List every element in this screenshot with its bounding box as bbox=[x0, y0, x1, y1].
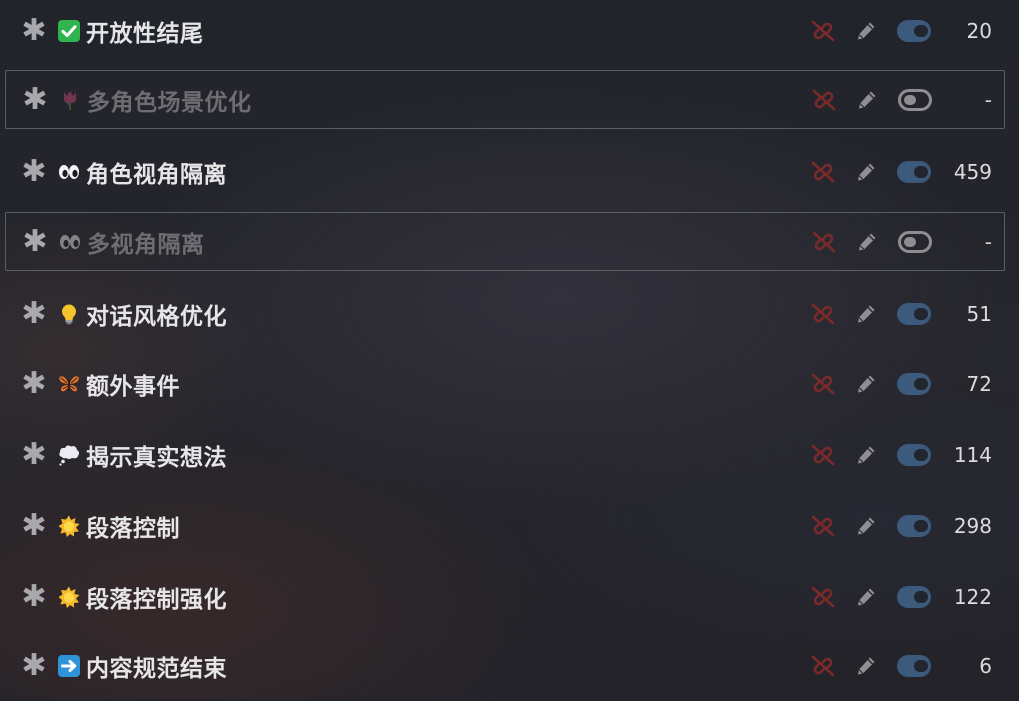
token-count: 6 bbox=[979, 653, 992, 678]
enable-toggle[interactable] bbox=[897, 302, 931, 325]
token-count: 114 bbox=[953, 442, 992, 467]
unlink-icon[interactable] bbox=[809, 160, 837, 184]
prompt-row: ✱ 段落控制 298 bbox=[0, 490, 1019, 561]
enable-toggle[interactable] bbox=[897, 19, 931, 42]
tulip-icon bbox=[64, 90, 76, 110]
drag-handle-icon[interactable]: ✱ bbox=[20, 226, 50, 257]
toggle-knob bbox=[914, 307, 928, 320]
pencil-icon[interactable] bbox=[855, 515, 877, 537]
token-count: 51 bbox=[966, 301, 992, 326]
pencil-icon[interactable] bbox=[855, 303, 877, 325]
token-count: - bbox=[984, 87, 992, 112]
pencil-icon[interactable] bbox=[855, 20, 877, 42]
prompt-title[interactable]: 多角色场景优化 bbox=[87, 83, 252, 117]
toggle-knob bbox=[914, 165, 928, 178]
sun-icon bbox=[58, 515, 80, 537]
toggle-knob bbox=[914, 377, 928, 390]
eyes-icon bbox=[60, 234, 80, 249]
enable-toggle[interactable] bbox=[897, 160, 931, 183]
unlink-icon[interactable] bbox=[810, 230, 838, 254]
pencil-icon[interactable] bbox=[855, 655, 877, 677]
prompt-title[interactable]: 段落控制强化 bbox=[86, 580, 227, 614]
unlink-icon[interactable] bbox=[809, 654, 837, 678]
unlink-icon[interactable] bbox=[809, 19, 837, 43]
toggle-knob bbox=[904, 94, 916, 105]
token-count: 20 bbox=[966, 18, 992, 43]
unlink-icon[interactable] bbox=[809, 585, 837, 609]
prompt-row: ✱ 段落控制强化 122 bbox=[0, 561, 1019, 632]
drag-handle-icon[interactable]: ✱ bbox=[19, 15, 49, 46]
enable-toggle[interactable] bbox=[897, 443, 931, 466]
drag-handle-icon[interactable]: ✱ bbox=[19, 510, 49, 541]
prompt-title[interactable]: 对话风格优化 bbox=[86, 297, 227, 331]
unlink-icon[interactable] bbox=[809, 514, 837, 538]
prompt-row: ✱ 多角色场景优化 - bbox=[5, 70, 1005, 129]
prompt-row: ✱ 内容规范结束 6 bbox=[0, 630, 1019, 701]
enable-toggle[interactable] bbox=[898, 88, 932, 111]
unlink-icon[interactable] bbox=[809, 372, 837, 396]
drag-handle-icon[interactable]: ✱ bbox=[19, 298, 49, 329]
prompt-title[interactable]: 内容规范结束 bbox=[86, 649, 227, 683]
toggle-knob bbox=[904, 236, 916, 247]
drag-handle-icon[interactable]: ✱ bbox=[19, 368, 49, 399]
prompt-row: ✱ 对话风格优化 51 bbox=[0, 278, 1019, 349]
toggle-knob bbox=[914, 24, 928, 37]
prompt-title[interactable]: 揭示真实想法 bbox=[86, 438, 227, 472]
eyes-icon bbox=[59, 164, 79, 179]
pencil-icon[interactable] bbox=[855, 373, 877, 395]
drag-handle-icon[interactable]: ✱ bbox=[20, 84, 50, 115]
pencil-icon[interactable] bbox=[856, 231, 878, 253]
drag-handle-icon[interactable]: ✱ bbox=[19, 439, 49, 470]
enable-toggle[interactable] bbox=[897, 654, 931, 677]
pencil-icon[interactable] bbox=[855, 161, 877, 183]
token-count: 72 bbox=[966, 371, 992, 396]
prompt-title[interactable]: 段落控制 bbox=[86, 509, 180, 543]
prompt-row: ✱ 揭示真实想法 114 bbox=[0, 419, 1019, 490]
light-bulb-icon bbox=[61, 303, 77, 324]
drag-handle-icon[interactable]: ✱ bbox=[19, 650, 49, 681]
prompt-row: ✱ 多视角隔离 - bbox=[5, 212, 1005, 271]
drag-handle-icon[interactable]: ✱ bbox=[19, 581, 49, 612]
token-count: 122 bbox=[953, 584, 992, 609]
prompt-title[interactable]: 额外事件 bbox=[86, 367, 180, 401]
sun-icon bbox=[58, 586, 80, 608]
right-arrow-icon bbox=[58, 654, 80, 677]
unlink-icon[interactable] bbox=[810, 88, 838, 112]
check-mark-icon bbox=[58, 19, 80, 42]
pencil-icon[interactable] bbox=[855, 586, 877, 608]
prompt-title[interactable]: 开放性结尾 bbox=[86, 14, 204, 48]
prompt-title[interactable]: 角色视角隔离 bbox=[86, 155, 227, 189]
enable-toggle[interactable] bbox=[897, 514, 931, 537]
prompt-row: ✱ 额外事件 72 bbox=[0, 348, 1019, 419]
toggle-knob bbox=[914, 659, 928, 672]
unlink-icon[interactable] bbox=[809, 443, 837, 467]
pencil-icon[interactable] bbox=[856, 89, 878, 111]
toggle-knob bbox=[914, 519, 928, 532]
toggle-knob bbox=[914, 448, 928, 461]
token-count: - bbox=[984, 229, 992, 254]
pencil-icon[interactable] bbox=[855, 444, 877, 466]
prompt-row: ✱ 开放性结尾 20 bbox=[0, 0, 1019, 66]
toggle-knob bbox=[914, 590, 928, 603]
drag-handle-icon[interactable]: ✱ bbox=[19, 156, 49, 187]
enable-toggle[interactable] bbox=[897, 585, 931, 608]
enable-toggle[interactable] bbox=[897, 372, 931, 395]
thought-balloon-icon bbox=[59, 445, 80, 466]
token-count: 298 bbox=[953, 513, 992, 538]
butterfly-icon bbox=[59, 375, 79, 391]
prompt-list: ✱ 开放性结尾 20 ✱ 多角色场景优化 - ✱ 角色视角隔离 459 ✱ 多视… bbox=[0, 0, 1019, 699]
unlink-icon[interactable] bbox=[809, 302, 837, 326]
prompt-row: ✱ 角色视角隔离 459 bbox=[0, 136, 1019, 207]
prompt-title[interactable]: 多视角隔离 bbox=[87, 225, 205, 259]
enable-toggle[interactable] bbox=[898, 230, 932, 253]
token-count: 459 bbox=[953, 159, 992, 184]
